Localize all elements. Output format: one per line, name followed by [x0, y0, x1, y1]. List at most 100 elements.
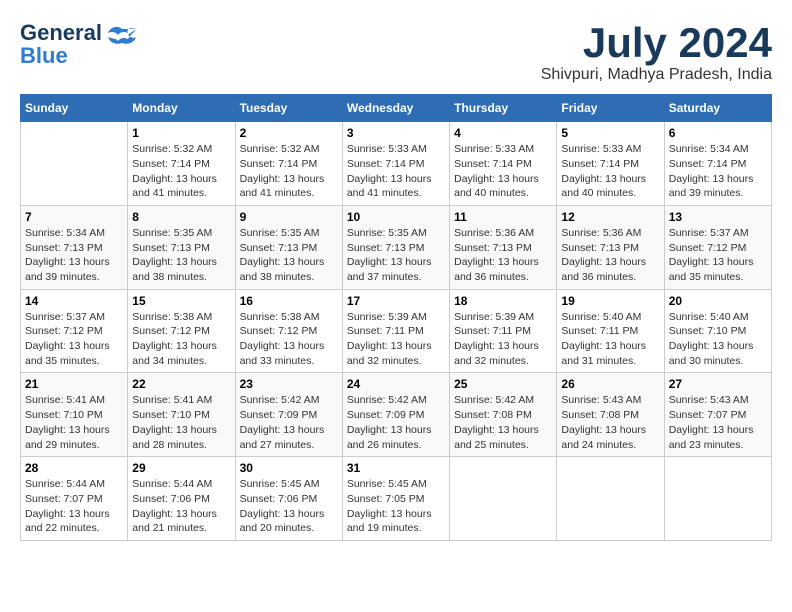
- day-number: 26: [561, 377, 659, 391]
- calendar-cell: 2 Sunrise: 5:32 AMSunset: 7:14 PMDaylight…: [235, 122, 342, 206]
- day-number: 13: [669, 210, 767, 224]
- calendar-cell: 3 Sunrise: 5:33 AMSunset: 7:14 PMDaylight…: [342, 122, 449, 206]
- day-info: Sunrise: 5:37 AMSunset: 7:12 PMDaylight:…: [669, 226, 767, 285]
- day-number: 1: [132, 126, 230, 140]
- day-number: 12: [561, 210, 659, 224]
- day-number: 25: [454, 377, 552, 391]
- day-number: 29: [132, 461, 230, 475]
- day-info: Sunrise: 5:34 AMSunset: 7:13 PMDaylight:…: [25, 226, 123, 285]
- calendar-cell: 7 Sunrise: 5:34 AMSunset: 7:13 PMDaylight…: [21, 205, 128, 289]
- day-info: Sunrise: 5:40 AMSunset: 7:11 PMDaylight:…: [561, 310, 659, 369]
- day-info: Sunrise: 5:39 AMSunset: 7:11 PMDaylight:…: [454, 310, 552, 369]
- calendar-cell: 9 Sunrise: 5:35 AMSunset: 7:13 PMDaylight…: [235, 205, 342, 289]
- weekday-header-row: SundayMondayTuesdayWednesdayThursdayFrid…: [21, 95, 772, 122]
- day-info: Sunrise: 5:35 AMSunset: 7:13 PMDaylight:…: [347, 226, 445, 285]
- day-info: Sunrise: 5:34 AMSunset: 7:14 PMDaylight:…: [669, 142, 767, 201]
- calendar-cell: 1 Sunrise: 5:32 AMSunset: 7:14 PMDaylight…: [128, 122, 235, 206]
- calendar-cell: 25 Sunrise: 5:42 AMSunset: 7:08 PMDayligh…: [450, 373, 557, 457]
- weekday-header-monday: Monday: [128, 95, 235, 122]
- day-info: Sunrise: 5:45 AMSunset: 7:05 PMDaylight:…: [347, 477, 445, 536]
- week-row-1: 1 Sunrise: 5:32 AMSunset: 7:14 PMDaylight…: [21, 122, 772, 206]
- location-title: Shivpuri, Madhya Pradesh, India: [541, 66, 772, 84]
- calendar-cell: 28 Sunrise: 5:44 AMSunset: 7:07 PMDayligh…: [21, 457, 128, 541]
- calendar-cell: 27 Sunrise: 5:43 AMSunset: 7:07 PMDayligh…: [664, 373, 771, 457]
- day-info: Sunrise: 5:33 AMSunset: 7:14 PMDaylight:…: [347, 142, 445, 201]
- calendar-cell: 19 Sunrise: 5:40 AMSunset: 7:11 PMDayligh…: [557, 289, 664, 373]
- calendar-cell: 26 Sunrise: 5:43 AMSunset: 7:08 PMDayligh…: [557, 373, 664, 457]
- calendar-cell: 4 Sunrise: 5:33 AMSunset: 7:14 PMDaylight…: [450, 122, 557, 206]
- calendar-cell: 31 Sunrise: 5:45 AMSunset: 7:05 PMDayligh…: [342, 457, 449, 541]
- day-info: Sunrise: 5:38 AMSunset: 7:12 PMDaylight:…: [240, 310, 338, 369]
- calendar-cell: 22 Sunrise: 5:41 AMSunset: 7:10 PMDayligh…: [128, 373, 235, 457]
- day-number: 4: [454, 126, 552, 140]
- calendar-cell: 29 Sunrise: 5:44 AMSunset: 7:06 PMDayligh…: [128, 457, 235, 541]
- day-info: Sunrise: 5:33 AMSunset: 7:14 PMDaylight:…: [561, 142, 659, 201]
- day-info: Sunrise: 5:32 AMSunset: 7:14 PMDaylight:…: [240, 142, 338, 201]
- day-number: 14: [25, 294, 123, 308]
- day-number: 20: [669, 294, 767, 308]
- day-info: Sunrise: 5:44 AMSunset: 7:06 PMDaylight:…: [132, 477, 230, 536]
- day-info: Sunrise: 5:43 AMSunset: 7:07 PMDaylight:…: [669, 393, 767, 452]
- day-number: 9: [240, 210, 338, 224]
- day-number: 10: [347, 210, 445, 224]
- calendar-table: SundayMondayTuesdayWednesdayThursdayFrid…: [20, 94, 772, 541]
- day-number: 15: [132, 294, 230, 308]
- week-row-4: 21 Sunrise: 5:41 AMSunset: 7:10 PMDayligh…: [21, 373, 772, 457]
- header: General Blue July 2024 Shivpuri, Madhya …: [20, 20, 772, 84]
- day-number: 3: [347, 126, 445, 140]
- calendar-cell: 21 Sunrise: 5:41 AMSunset: 7:10 PMDayligh…: [21, 373, 128, 457]
- calendar-cell: 13 Sunrise: 5:37 AMSunset: 7:12 PMDayligh…: [664, 205, 771, 289]
- weekday-header-friday: Friday: [557, 95, 664, 122]
- day-number: 28: [25, 461, 123, 475]
- day-number: 30: [240, 461, 338, 475]
- day-info: Sunrise: 5:42 AMSunset: 7:09 PMDaylight:…: [240, 393, 338, 452]
- day-number: 21: [25, 377, 123, 391]
- day-number: 5: [561, 126, 659, 140]
- calendar-cell: 23 Sunrise: 5:42 AMSunset: 7:09 PMDayligh…: [235, 373, 342, 457]
- calendar-cell: 12Sunrise: 5:36 AMSunset: 7:13 PMDayligh…: [557, 205, 664, 289]
- day-info: Sunrise: 5:43 AMSunset: 7:08 PMDaylight:…: [561, 393, 659, 452]
- week-row-5: 28 Sunrise: 5:44 AMSunset: 7:07 PMDayligh…: [21, 457, 772, 541]
- day-info: Sunrise: 5:42 AMSunset: 7:08 PMDaylight:…: [454, 393, 552, 452]
- day-info: Sunrise: 5:41 AMSunset: 7:10 PMDaylight:…: [25, 393, 123, 452]
- day-info: Sunrise: 5:39 AMSunset: 7:11 PMDaylight:…: [347, 310, 445, 369]
- day-info: Sunrise: 5:36 AMSunset: 7:13 PMDaylight:…: [454, 226, 552, 285]
- day-number: 2: [240, 126, 338, 140]
- calendar-cell: 10 Sunrise: 5:35 AMSunset: 7:13 PMDayligh…: [342, 205, 449, 289]
- day-info: Sunrise: 5:42 AMSunset: 7:09 PMDaylight:…: [347, 393, 445, 452]
- day-number: 31: [347, 461, 445, 475]
- day-info: Sunrise: 5:41 AMSunset: 7:10 PMDaylight:…: [132, 393, 230, 452]
- weekday-header-wednesday: Wednesday: [342, 95, 449, 122]
- calendar-cell: 17 Sunrise: 5:39 AMSunset: 7:11 PMDayligh…: [342, 289, 449, 373]
- day-info: Sunrise: 5:35 AMSunset: 7:13 PMDaylight:…: [132, 226, 230, 285]
- day-info: Sunrise: 5:44 AMSunset: 7:07 PMDaylight:…: [25, 477, 123, 536]
- calendar-cell: 18Sunrise: 5:39 AMSunset: 7:11 PMDayligh…: [450, 289, 557, 373]
- day-number: 22: [132, 377, 230, 391]
- day-number: 23: [240, 377, 338, 391]
- day-number: 17: [347, 294, 445, 308]
- calendar-cell: 5 Sunrise: 5:33 AMSunset: 7:14 PMDaylight…: [557, 122, 664, 206]
- calendar-cell: [557, 457, 664, 541]
- week-row-3: 14 Sunrise: 5:37 AMSunset: 7:12 PMDayligh…: [21, 289, 772, 373]
- day-info: Sunrise: 5:35 AMSunset: 7:13 PMDaylight:…: [240, 226, 338, 285]
- logo: General Blue: [20, 20, 136, 69]
- calendar-cell: 6 Sunrise: 5:34 AMSunset: 7:14 PMDaylight…: [664, 122, 771, 206]
- day-number: 19: [561, 294, 659, 308]
- day-number: 6: [669, 126, 767, 140]
- week-row-2: 7 Sunrise: 5:34 AMSunset: 7:13 PMDaylight…: [21, 205, 772, 289]
- logo-bird-icon: [108, 25, 136, 47]
- title-area: July 2024 Shivpuri, Madhya Pradesh, Indi…: [541, 20, 772, 84]
- day-info: Sunrise: 5:38 AMSunset: 7:12 PMDaylight:…: [132, 310, 230, 369]
- day-number: 24: [347, 377, 445, 391]
- calendar-cell: [21, 122, 128, 206]
- day-info: Sunrise: 5:37 AMSunset: 7:12 PMDaylight:…: [25, 310, 123, 369]
- calendar-cell: [450, 457, 557, 541]
- day-info: Sunrise: 5:40 AMSunset: 7:10 PMDaylight:…: [669, 310, 767, 369]
- calendar-cell: 20 Sunrise: 5:40 AMSunset: 7:10 PMDayligh…: [664, 289, 771, 373]
- day-info: Sunrise: 5:32 AMSunset: 7:14 PMDaylight:…: [132, 142, 230, 201]
- day-number: 7: [25, 210, 123, 224]
- day-number: 27: [669, 377, 767, 391]
- day-info: Sunrise: 5:33 AMSunset: 7:14 PMDaylight:…: [454, 142, 552, 201]
- weekday-header-tuesday: Tuesday: [235, 95, 342, 122]
- day-number: 11: [454, 210, 552, 224]
